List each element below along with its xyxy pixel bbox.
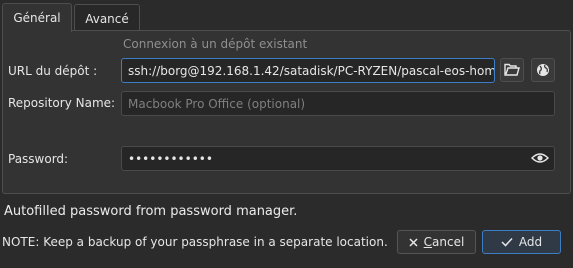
tab-advanced[interactable]: Avancé bbox=[74, 4, 140, 32]
x-icon bbox=[409, 237, 418, 247]
add-button[interactable]: Add bbox=[482, 230, 561, 254]
folder-open-icon bbox=[504, 63, 520, 76]
tab-bar: Général Avancé bbox=[0, 0, 573, 32]
browse-folder-button[interactable] bbox=[500, 58, 524, 82]
remote-server-button[interactable] bbox=[531, 58, 555, 82]
autofill-message: Autofilled password from password manage… bbox=[4, 204, 298, 219]
password-field[interactable]: •••••••••••• bbox=[121, 146, 555, 171]
tab-advanced-label: Avancé bbox=[85, 11, 129, 26]
toggle-password-visibility[interactable] bbox=[530, 150, 550, 166]
repo-name-field[interactable]: Macbook Pro Office (optional) bbox=[121, 91, 555, 116]
tab-general[interactable]: Général bbox=[2, 3, 72, 32]
url-value: ssh://borg@192.168.1.42/satadisk/PC-RYZE… bbox=[128, 63, 495, 78]
password-label: Password: bbox=[8, 152, 69, 166]
cancel-label: Cancel bbox=[423, 235, 465, 249]
eye-icon bbox=[531, 153, 549, 163]
cancel-button[interactable]: Cancel bbox=[397, 230, 476, 254]
tab-general-label: Général bbox=[13, 11, 61, 25]
globe-icon bbox=[537, 64, 549, 76]
checkmark-icon bbox=[501, 237, 513, 247]
connection-hint: Connexion à un dépôt existant bbox=[123, 37, 308, 51]
password-value: •••••••••••• bbox=[128, 151, 213, 166]
url-label: URL du dépôt : bbox=[8, 64, 98, 78]
backup-note: NOTE: Keep a backup of your passphrase i… bbox=[2, 235, 388, 249]
repo-name-placeholder: Macbook Pro Office (optional) bbox=[128, 96, 306, 111]
url-field[interactable]: ssh://borg@192.168.1.42/satadisk/PC-RYZE… bbox=[121, 58, 495, 83]
add-label: Add bbox=[518, 235, 543, 249]
repo-name-label: Repository Name: bbox=[8, 96, 116, 110]
